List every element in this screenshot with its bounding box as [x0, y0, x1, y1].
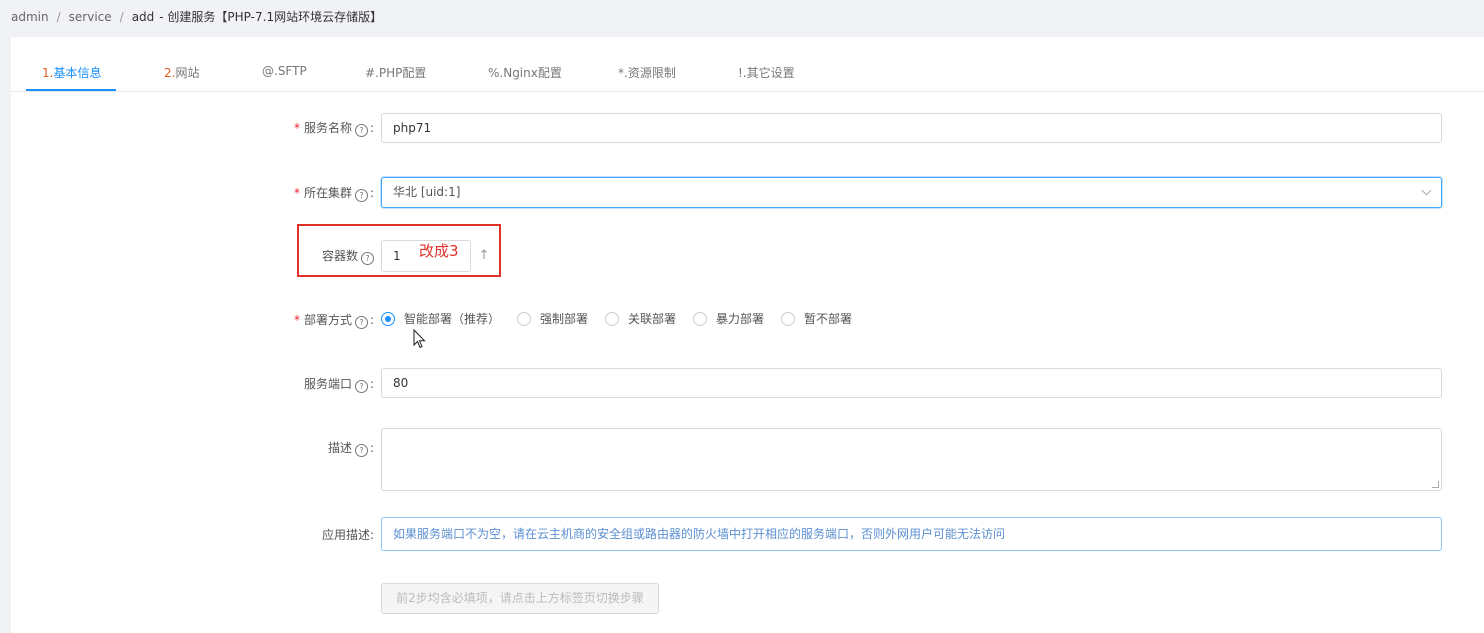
breadcrumb-add: add: [131, 10, 155, 24]
help-icon[interactable]: ?: [354, 316, 368, 329]
tab-number: 1.: [42, 66, 54, 80]
help-icon[interactable]: ?: [354, 189, 368, 202]
containers-label: 容器数?: [322, 241, 374, 271]
label-text: 部署方式: [303, 313, 352, 327]
tab-resource-limits[interactable]: *.资源限制: [618, 64, 676, 81]
radio-label: 暂不部署: [804, 312, 853, 326]
label-text: 所在集群: [303, 186, 352, 200]
radio-circle: [381, 312, 395, 326]
radio-circle: [693, 312, 707, 326]
tab-label: *.资源限制: [618, 66, 676, 80]
radio-label: 关联部署: [628, 312, 677, 326]
service-name-input[interactable]: php71: [381, 113, 1442, 143]
cluster-label: * 所在集群?:: [294, 178, 374, 208]
deploy-method-label: * 部署方式?:: [294, 305, 374, 335]
required-mark: *: [293, 121, 300, 135]
active-tab-indicator: [26, 89, 116, 91]
submit-button-disabled[interactable]: 前2步均含必填项，请点击上方标签页切换步骤: [381, 583, 659, 614]
help-icon[interactable]: ?: [361, 252, 374, 265]
tab-bar: 1.基本信息 2.网站 @.SFTP #.PHP配置 %.Nginx配置 *.资…: [11, 37, 1484, 92]
cluster-select[interactable]: 华北 [uid:1]: [381, 177, 1442, 208]
port-input[interactable]: 80: [381, 368, 1442, 398]
app-description-info: 如果服务端口不为空，请在云主机商的安全组或路由器的防火墙中打开相应的服务端口，否…: [381, 517, 1442, 551]
tab-label: %.Nginx配置: [488, 66, 562, 80]
tab-nginx-config[interactable]: %.Nginx配置: [488, 64, 562, 81]
label-text: 服务名称: [303, 121, 352, 135]
tab-label: !.其它设置: [738, 66, 795, 80]
label-text: 描述: [327, 441, 352, 455]
description-label: 描述?:: [328, 433, 374, 463]
breadcrumb-service[interactable]: service: [69, 10, 112, 24]
tab-basic-info[interactable]: 1.基本信息: [42, 64, 101, 81]
radio-circle: [605, 312, 619, 326]
label-colon: :: [369, 121, 374, 135]
mouse-cursor-icon: [413, 329, 426, 349]
breadcrumb-separator: /: [119, 10, 124, 24]
label-colon: :: [369, 441, 374, 455]
app-description-label: 应用描述:: [321, 528, 374, 542]
description-textarea[interactable]: [381, 428, 1442, 491]
required-mark: *: [293, 313, 300, 327]
page-title: - 创建服务【PHP-7.1网站环境云存储版】: [159, 10, 383, 24]
help-icon[interactable]: ?: [354, 380, 368, 393]
chevron-down-icon: [1421, 185, 1432, 196]
required-mark: *: [293, 186, 300, 200]
radio-circle: [517, 312, 531, 326]
label-colon: :: [369, 186, 374, 200]
label-colon: :: [369, 377, 374, 391]
breadcrumb-separator: /: [56, 10, 61, 24]
radio-label: 暴力部署: [716, 312, 765, 326]
help-icon[interactable]: ?: [354, 124, 368, 137]
breadcrumb: admin / service / add - 创建服务【PHP-7.1网站环境云存储版】: [11, 0, 382, 34]
radio-label: 智能部署（推荐）: [404, 312, 501, 326]
resize-grip-icon[interactable]: [1432, 481, 1439, 488]
service-name-label: * 服务名称?:: [294, 113, 374, 143]
tab-sftp[interactable]: @.SFTP: [262, 64, 307, 78]
annotation-text: 改成3: [419, 242, 459, 260]
tab-php-config[interactable]: #.PHP配置: [365, 64, 426, 81]
radio-label: 强制部署: [540, 312, 589, 326]
help-icon[interactable]: ?: [354, 444, 368, 457]
cluster-select-value: 华北 [uid:1]: [393, 185, 461, 199]
label-colon: :: [369, 313, 374, 327]
tab-other-settings[interactable]: !.其它设置: [738, 64, 795, 81]
tab-number: 2.: [164, 66, 176, 80]
tab-website[interactable]: 2.网站: [164, 64, 199, 81]
breadcrumb-admin[interactable]: admin: [11, 10, 49, 24]
label-text: 容器数: [321, 249, 358, 263]
tab-label: 基本信息: [53, 66, 102, 80]
tab-label: 网站: [175, 66, 200, 80]
label-text: 服务端口: [303, 377, 352, 391]
tab-label: @.SFTP: [262, 64, 307, 78]
step-up-icon[interactable]: ↑: [477, 249, 491, 263]
form-panel: 1.基本信息 2.网站 @.SFTP #.PHP配置 %.Nginx配置 *.资…: [11, 37, 1484, 633]
tab-label: #.PHP配置: [365, 66, 427, 80]
radio-circle: [781, 312, 795, 326]
port-label: 服务端口?:: [304, 369, 374, 399]
